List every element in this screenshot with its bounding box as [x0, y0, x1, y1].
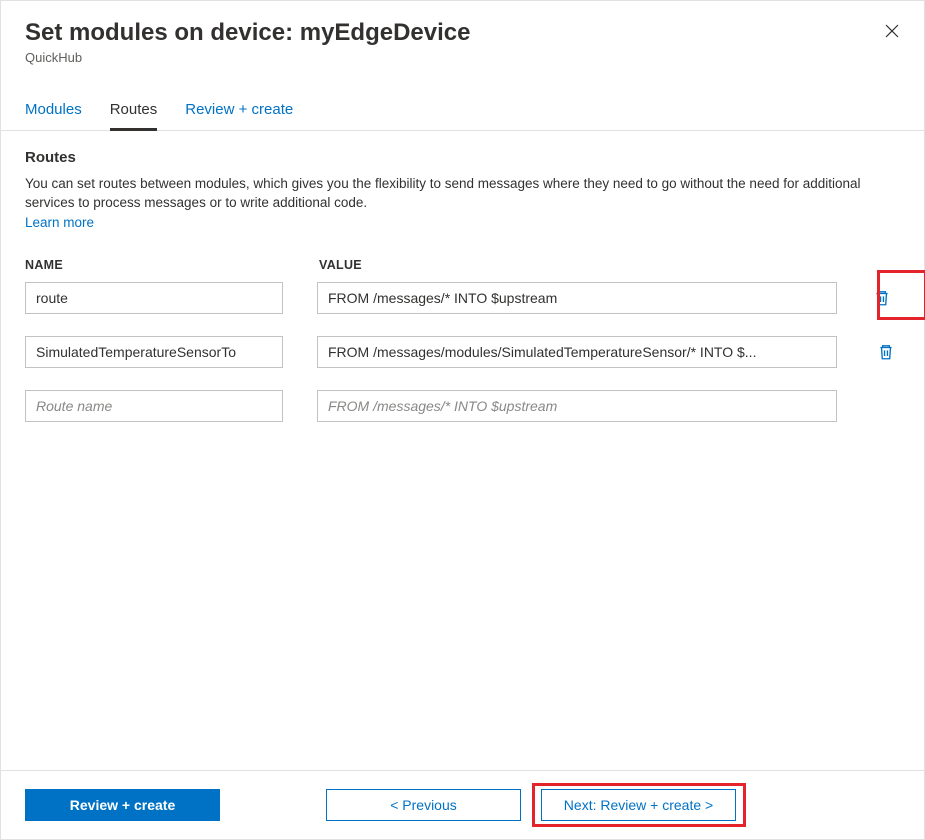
tab-review-create[interactable]: Review + create: [185, 101, 293, 131]
tab-routes[interactable]: Routes: [110, 101, 158, 131]
page-title: Set modules on device: myEdgeDevice: [25, 19, 900, 48]
column-header-value: VALUE: [319, 258, 900, 272]
close-button[interactable]: [884, 23, 904, 43]
section-title: Routes: [25, 149, 900, 166]
route-value-input[interactable]: [317, 282, 837, 314]
review-create-button[interactable]: Review + create: [25, 789, 220, 821]
table-row: [25, 336, 900, 368]
learn-more-link[interactable]: Learn more: [25, 215, 94, 230]
table-row: [25, 390, 900, 422]
route-name-input[interactable]: [25, 336, 283, 368]
route-name-input[interactable]: [25, 282, 283, 314]
route-value-input[interactable]: [317, 336, 837, 368]
table-row: [25, 282, 900, 314]
column-header-name: NAME: [25, 258, 285, 272]
route-name-input[interactable]: [25, 390, 283, 422]
next-button[interactable]: Next: Review + create >: [541, 789, 736, 821]
close-icon: [884, 23, 900, 39]
delete-route-button[interactable]: [871, 287, 893, 309]
delete-route-button[interactable]: [875, 341, 897, 363]
hub-name: QuickHub: [25, 50, 900, 65]
footer-bar: Review + create < Previous Next: Review …: [1, 770, 924, 839]
trash-icon: [873, 289, 891, 307]
route-value-input[interactable]: [317, 390, 837, 422]
section-description: You can set routes between modules, whic…: [25, 174, 885, 213]
previous-button[interactable]: < Previous: [326, 789, 521, 821]
tab-bar: Modules Routes Review + create: [1, 73, 924, 131]
tab-modules[interactable]: Modules: [25, 101, 82, 131]
trash-icon: [877, 343, 895, 361]
